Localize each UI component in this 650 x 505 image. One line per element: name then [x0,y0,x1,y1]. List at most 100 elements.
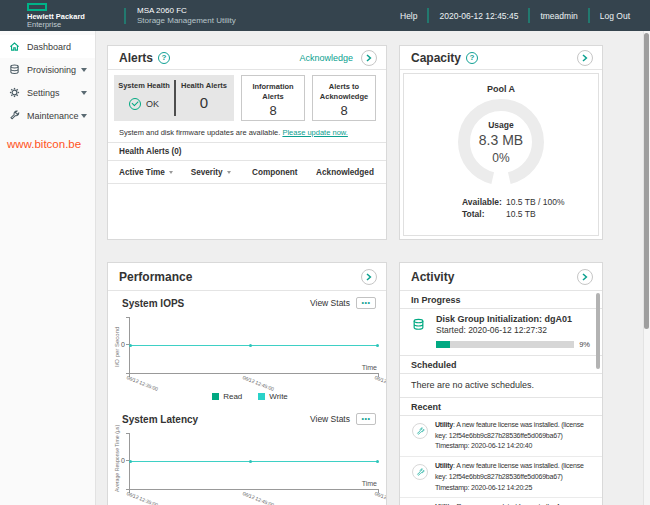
capacity-panel: Capacity ? Pool A Usage 8.3 MB [399,45,603,240]
alerts-header: Alerts ? Acknowledge [108,46,386,70]
page-scrollbar-thumb[interactable] [644,33,649,329]
sidebar-item-settings[interactable]: Settings [0,81,95,104]
x-tick-label: 06/12 12:35:00 [126,374,159,392]
watermark-text: www.bitcon.be [7,138,95,150]
firmware-update-link[interactable]: Please update now. [282,128,347,137]
health-alerts-card[interactable]: Health Alerts 0 [174,75,234,121]
x-axis [129,489,379,490]
information-alerts-card[interactable]: Information Alerts 8 [241,75,305,121]
alerts-to-acknowledge-value: 8 [313,103,375,118]
page: Hewlett Packard Enterprise MSA 2060 FC S… [0,0,650,505]
alerts-to-acknowledge-label: Alerts to Acknowledge [313,82,375,101]
chevron-right-icon [366,54,372,62]
read-swatch [212,393,219,400]
hpe-logo-mark [27,3,47,11]
activity-header: Activity [400,263,602,291]
performance-expand-button[interactable] [361,269,377,285]
check-circle-icon [129,98,141,110]
column-acknowledged[interactable]: Acknowledged [316,168,375,177]
sidebar-item-maintenance[interactable]: Maintenance [0,104,95,127]
more-options-button[interactable]: ••• [356,413,376,425]
iops-data-line [130,345,378,346]
activity-body: In Progress Disk Group Initialization: d… [400,291,602,505]
firmware-notice: System and disk firmware updates are ava… [119,128,376,137]
performance-header: Performance [108,263,386,291]
top-bar: Hewlett Packard Enterprise MSA 2060 FC S… [0,0,650,31]
recent-event-text: Utility: A new feature license was insta… [435,461,594,493]
x-axis-label: Time [362,364,377,371]
disk-group-icon [412,318,425,331]
latency-data-line [130,461,378,462]
y-axis [129,433,130,493]
main-content: Alerts ? Acknowledge System Health OK [96,31,650,505]
column-severity[interactable]: Severity [191,168,252,177]
activity-panel: Activity In Progress Disk Group Initiali… [399,262,603,505]
chevron-down-icon [81,91,87,95]
sidebar-item-dashboard[interactable]: Dashboard [0,35,95,58]
help-icon[interactable]: ? [466,52,478,64]
alerts-expand-button[interactable] [361,50,377,66]
recent-event-text: Utility: A new feature license was insta… [435,420,594,452]
sidebar-item-provisioning[interactable]: Provisioning [0,58,95,81]
logout-button[interactable]: Log Out [590,11,640,21]
column-active-time[interactable]: Active Time [119,168,191,177]
health-alerts-table-header: Active Time Severity Component Acknowled… [108,161,386,184]
total-label: Total: [462,209,506,221]
performance-panel: Performance System IOPS View Stats ••• I… [107,262,387,505]
chevron-right-icon [582,54,588,62]
in-progress-header: In Progress [400,291,602,309]
x-tick-label: 06/12 12:55:00 [374,490,387,505]
alerts-to-acknowledge-card[interactable]: Alerts to Acknowledge 8 [312,75,376,121]
alerts-title: Alerts [119,51,153,65]
capacity-title: Capacity [411,51,461,65]
usage-value: 8.3 MB [456,132,546,148]
activity-expand-button[interactable] [577,269,593,285]
help-link[interactable]: Help [390,11,427,21]
capacity-gauge: Usage 8.3 MB 0% [456,99,546,187]
chevron-down-icon [81,68,87,72]
alerts-panel: Alerts ? Acknowledge System Health OK [107,45,387,240]
y-tick-label: 0 [121,341,125,348]
iops-view-stats-link[interactable]: View Stats [310,298,350,308]
sidebar-item-label: Maintenance [27,111,79,121]
recent-event: Utility: A new feature license was insta… [400,416,602,457]
system-health-card[interactable]: System Health OK [114,75,174,121]
sidebar-item-label: Dashboard [27,42,71,52]
latency-chart: Average Response Time (μs) 0 Time 06/12 … [118,431,380,493]
pool-capacity-card: Pool A Usage 8.3 MB 0% Available:10.5 TB… [403,73,599,236]
acknowledge-link[interactable]: Acknowledge [299,53,353,63]
activity-scrollbar[interactable] [596,293,600,369]
username-menu[interactable]: tmeadmin [530,11,587,21]
x-tick-label: 06/12 12:55:00 [374,374,387,392]
sidebar: Dashboard Provisioning Settings Maintena… [0,31,96,505]
y-axis [129,317,130,377]
system-health-label: System Health [114,81,174,91]
capacity-expand-button[interactable] [577,50,593,66]
recent-header: Recent [400,398,602,416]
home-icon [9,41,20,52]
column-component[interactable]: Component [252,168,316,177]
health-alerts-section-title: Health Alerts (0) [108,142,386,161]
database-icon [9,64,20,75]
x-tick-label: 06/12 12:35:00 [126,490,159,505]
datetime-label: 2020-06-12 12:45:45 [429,11,528,21]
x-axis [129,373,379,374]
iops-chart: I/O per Second 0 Time 06/12 12:35:00 06/… [118,315,380,377]
utility-event-icon [412,464,428,480]
sidebar-item-label: Provisioning [27,65,76,75]
more-options-button[interactable]: ••• [356,297,376,309]
page-scrollbar[interactable] [643,31,650,505]
wrench-icon [416,468,425,477]
topbar-divider [124,8,126,24]
iops-chart-title: System IOPS [122,298,184,309]
recent-event: Utility: A new feature license was insta… [400,457,602,498]
health-card-group: System Health OK Health Alerts 0 [114,75,234,121]
x-axis-label: Time [362,480,377,487]
available-label: Available: [462,197,506,209]
y-tick-label: 0 [121,457,125,464]
pool-name: Pool A [404,84,598,94]
latency-view-stats-link[interactable]: View Stats [310,414,350,424]
help-icon[interactable]: ? [158,52,170,64]
product-block: MSA 2060 FC Storage Management Utility [137,6,236,26]
performance-title: Performance [119,270,192,284]
